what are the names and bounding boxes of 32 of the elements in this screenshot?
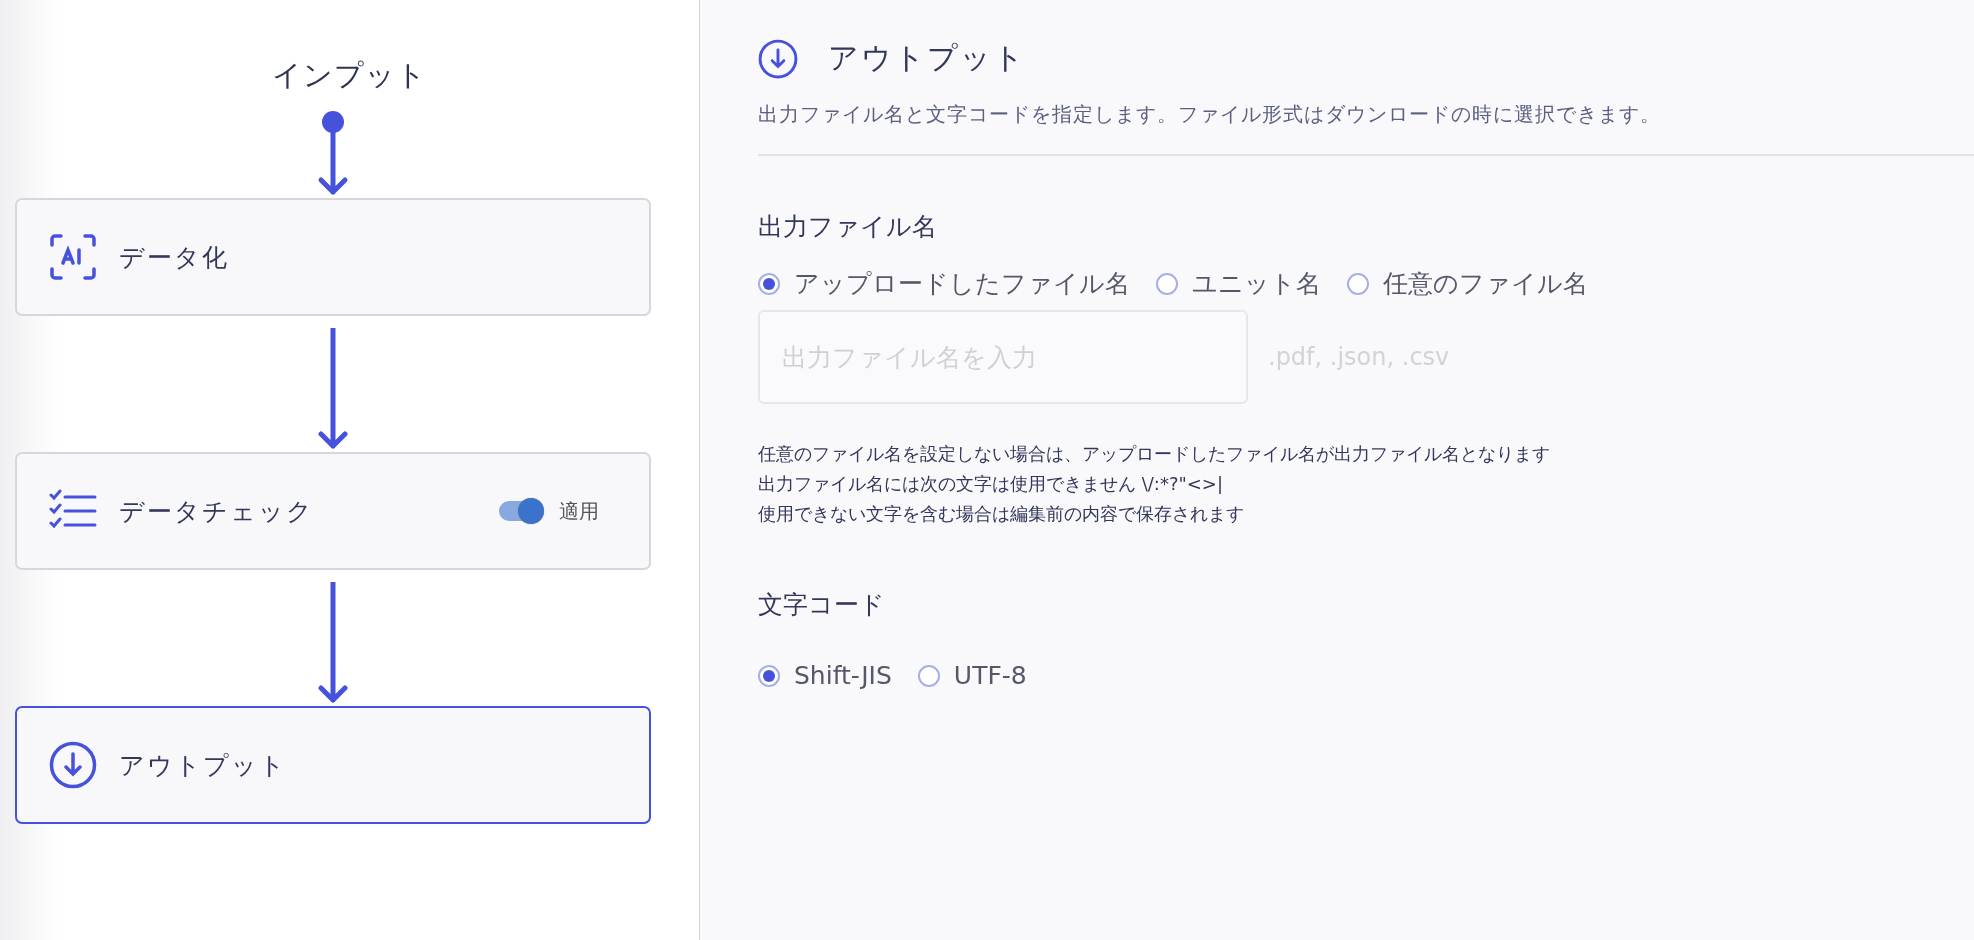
radio-label: 任意のファイル名 xyxy=(1383,268,1588,300)
radio-button[interactable] xyxy=(917,664,940,687)
radio-label: Shift-JIS xyxy=(794,661,892,690)
flow-step-card[interactable]: データ化 xyxy=(14,198,651,316)
radio-button[interactable] xyxy=(1156,272,1178,295)
toggle-label: 適用 xyxy=(558,497,599,525)
radio-button[interactable] xyxy=(758,272,780,295)
radio-button[interactable] xyxy=(758,664,780,687)
panel-title: アウトプット xyxy=(828,39,1026,77)
apply-toggle[interactable] xyxy=(498,501,543,521)
radio-option[interactable]: 任意のファイル名 xyxy=(1347,267,1588,300)
radio-label: UTF-8 xyxy=(953,661,1027,690)
radio-option[interactable]: ユニット名 xyxy=(1156,267,1321,300)
section-heading: 出力ファイル名 xyxy=(758,211,938,243)
flow-step-card[interactable]: データチェック 適用 xyxy=(14,452,651,570)
help-text: 出力ファイル名には次の文字は使用できません \/:*?"<>| xyxy=(758,472,1224,496)
download-circle-icon xyxy=(48,741,97,789)
input-label: インプット xyxy=(272,57,427,94)
ai-scan-icon xyxy=(48,233,97,281)
panel-description: 出力ファイル名と文字コードを指定します。ファイル形式はダウンロードの時に選択できます。 xyxy=(758,101,1662,128)
help-text: 任意のファイル名を設定しない場合は、アップロードしたファイル名が出力ファイル名となります xyxy=(758,442,1551,466)
step-label: アウトプット xyxy=(118,749,288,782)
section-heading: 文字コード xyxy=(758,589,886,621)
flow-step-card[interactable]: アウトプット xyxy=(14,706,651,824)
radio-button[interactable] xyxy=(1347,272,1369,295)
radio-label: ユニット名 xyxy=(1192,268,1321,300)
help-text: 使用できない文字を含む場合は編集前の内容で保存されます xyxy=(758,502,1245,526)
radio-option[interactable]: Shift-JIS xyxy=(758,661,892,690)
step-label: データチェック xyxy=(118,495,315,528)
download-circle-icon xyxy=(758,38,798,79)
radio-option[interactable]: UTF-8 xyxy=(917,661,1027,690)
step-label: データ化 xyxy=(118,241,230,274)
